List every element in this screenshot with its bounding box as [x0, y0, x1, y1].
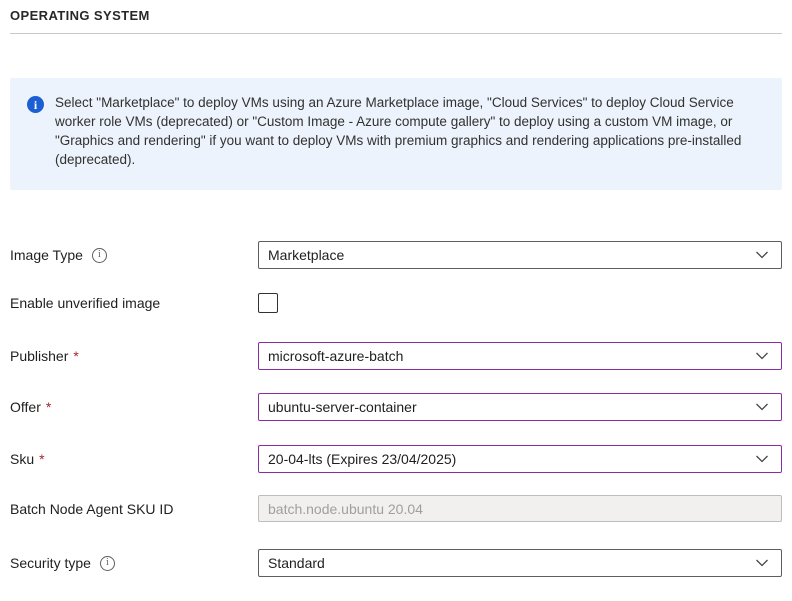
image-type-label-text: Image Type: [10, 247, 83, 263]
publisher-dropdown[interactable]: microsoft-azure-batch: [258, 342, 782, 370]
sku-label: Sku *: [10, 451, 258, 467]
security-type-value: Standard: [268, 555, 325, 571]
chevron-down-icon: [755, 557, 769, 569]
field-row-publisher: Publisher * microsoft-azure-batch: [10, 342, 782, 370]
publisher-label: Publisher *: [10, 348, 258, 364]
info-icon: i: [27, 96, 44, 113]
chevron-down-icon: [755, 249, 769, 261]
offer-label: Offer *: [10, 399, 258, 415]
chevron-down-icon: [755, 401, 769, 413]
info-banner: i Select "Marketplace" to deploy VMs usi…: [10, 78, 782, 190]
security-type-label-text: Security type: [10, 555, 91, 571]
field-row-security-type: Security type i Standard: [10, 549, 782, 577]
section-divider: [10, 33, 782, 34]
batch-node-agent-sku-id-label: Batch Node Agent SKU ID: [10, 501, 258, 517]
field-row-sku: Sku * 20-04-lts (Expires 23/04/2025): [10, 445, 782, 473]
required-marker: *: [46, 399, 51, 415]
image-type-label: Image Type i: [10, 247, 258, 263]
offer-dropdown[interactable]: ubuntu-server-container: [258, 393, 782, 421]
offer-value: ubuntu-server-container: [268, 399, 417, 415]
image-type-dropdown[interactable]: Marketplace: [258, 241, 782, 269]
sku-dropdown[interactable]: 20-04-lts (Expires 23/04/2025): [258, 445, 782, 473]
security-type-label: Security type i: [10, 555, 258, 571]
field-row-enable-unverified-image: Enable unverified image: [10, 289, 782, 317]
required-marker: *: [39, 451, 44, 467]
batch-node-agent-sku-id-value: batch.node.ubuntu 20.04: [268, 501, 423, 517]
enable-unverified-image-checkbox[interactable]: [258, 293, 278, 313]
batch-node-agent-sku-id-field: batch.node.ubuntu 20.04: [258, 495, 782, 522]
info-banner-text: Select "Marketplace" to deploy VMs using…: [55, 93, 777, 169]
sku-value: 20-04-lts (Expires 23/04/2025): [268, 451, 456, 467]
security-type-dropdown[interactable]: Standard: [258, 549, 782, 577]
image-type-info-icon[interactable]: i: [92, 248, 107, 263]
publisher-value: microsoft-azure-batch: [268, 348, 403, 364]
publisher-label-text: Publisher: [10, 348, 68, 364]
offer-label-text: Offer: [10, 399, 41, 415]
sku-label-text: Sku: [10, 451, 34, 467]
batch-node-agent-sku-id-label-text: Batch Node Agent SKU ID: [10, 501, 173, 517]
image-type-value: Marketplace: [268, 247, 344, 263]
security-type-info-icon[interactable]: i: [100, 556, 115, 571]
enable-unverified-image-label: Enable unverified image: [10, 295, 258, 311]
chevron-down-icon: [755, 350, 769, 362]
required-marker: *: [73, 348, 78, 364]
field-row-image-type: Image Type i Marketplace: [10, 241, 782, 269]
field-row-batch-node-agent-sku-id: Batch Node Agent SKU ID batch.node.ubunt…: [10, 495, 782, 523]
chevron-down-icon: [755, 453, 769, 465]
enable-unverified-image-label-text: Enable unverified image: [10, 295, 160, 311]
field-row-offer: Offer * ubuntu-server-container: [10, 393, 782, 421]
page-title: OPERATING SYSTEM: [10, 8, 150, 23]
